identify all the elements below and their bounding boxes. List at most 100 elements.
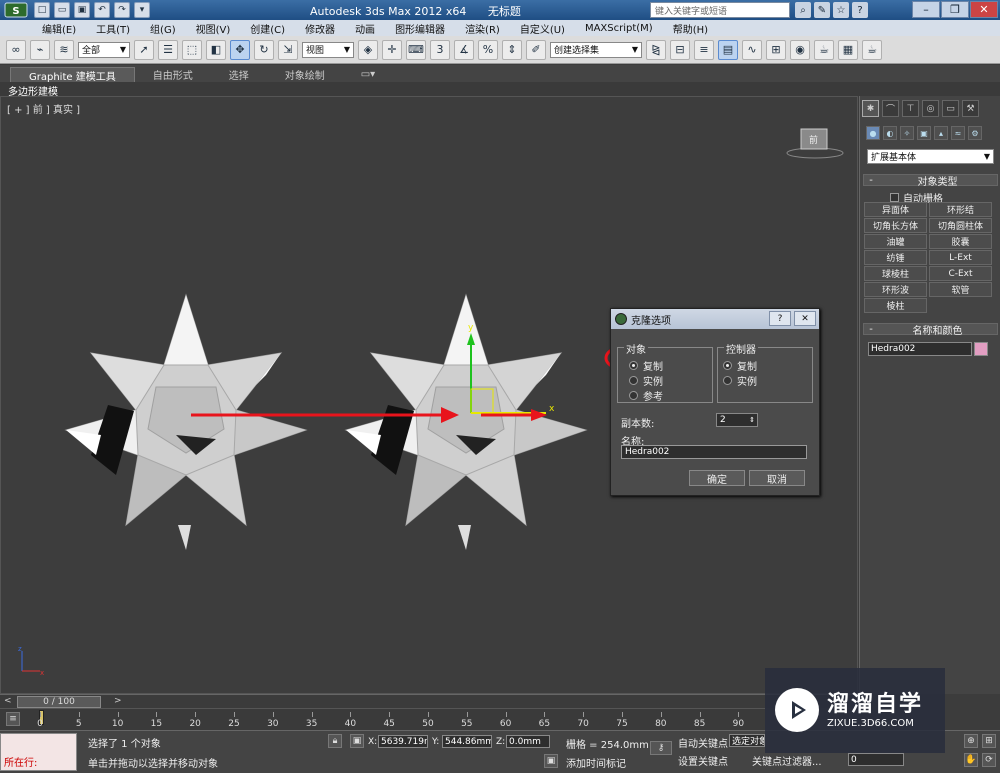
tab-freeform[interactable]: 自由形式 xyxy=(135,67,211,82)
reference-coord-dropdown[interactable]: 视图 ▼ xyxy=(302,41,354,58)
percent-snap-icon[interactable]: % xyxy=(478,39,498,60)
bind-spacewarp-icon[interactable]: ≋ xyxy=(54,39,74,60)
radio-instance[interactable]: 实例 xyxy=(629,373,663,388)
zoom-extents-icon[interactable]: ⊕ xyxy=(964,734,978,748)
radio-copy[interactable]: 复制 xyxy=(629,358,663,373)
move-icon[interactable]: ✥ xyxy=(230,39,250,60)
ribbon-options-icon[interactable]: ▭▾ xyxy=(343,67,393,82)
menu-views[interactable]: 视图(V) xyxy=(196,21,231,36)
link-icon[interactable]: ∞ xyxy=(6,39,26,60)
menu-maxscript[interactable]: MAXScript(M) xyxy=(585,23,653,34)
render-production-icon[interactable]: ☕ xyxy=(862,39,882,60)
gengon-button[interactable]: 球棱柱 xyxy=(864,266,927,281)
open-file-icon[interactable]: ▭ xyxy=(54,2,70,18)
ringwave-button[interactable]: 环形波 xyxy=(864,282,927,297)
time-slider[interactable]: < 0 / 100 > xyxy=(0,694,858,708)
app-logo-icon[interactable]: S xyxy=(0,0,32,20)
spinner-snap-icon[interactable]: ⇕ xyxy=(502,39,522,60)
selected-dropdown[interactable]: 选定对象 xyxy=(729,734,765,747)
rotate-icon[interactable]: ↻ xyxy=(254,39,274,60)
torus-knot-button[interactable]: 环形结 xyxy=(929,202,992,217)
modify-tab-icon[interactable]: ⌒ xyxy=(882,100,899,117)
spacewarps-icon[interactable]: ≈ xyxy=(951,126,965,140)
time-tag-icon[interactable]: ▣ xyxy=(544,754,558,768)
z-coordinate-field[interactable]: 0.0mm xyxy=(506,735,550,748)
close-button[interactable]: ✕ xyxy=(970,1,998,18)
key-icon[interactable]: ⚷ xyxy=(650,741,672,755)
dialog-title-bar[interactable]: 克隆选项 ? ✕ xyxy=(611,309,819,329)
material-editor-icon[interactable]: ◉ xyxy=(790,39,810,60)
ok-button[interactable]: 确定 xyxy=(689,470,745,486)
dialog-help-button[interactable]: ? xyxy=(769,311,791,326)
mirror-icon[interactable]: ⧎ xyxy=(646,39,666,60)
schematic-view-icon[interactable]: ⊞ xyxy=(766,39,786,60)
zoom-all-icon[interactable]: ⊞ xyxy=(982,734,996,748)
keyboard-shortcut-icon[interactable]: ⌨ xyxy=(406,39,426,60)
search-input[interactable]: 键入关键字或短语 xyxy=(650,2,790,18)
snaps-toggle-icon[interactable]: 3 xyxy=(430,39,450,60)
selection-filter-dropdown[interactable]: 全部 ▼ xyxy=(78,41,130,58)
help-icon[interactable]: ? xyxy=(852,2,868,18)
controller-radio-instance[interactable]: 实例 xyxy=(723,373,757,388)
radio-reference[interactable]: 参考 xyxy=(629,388,663,403)
select-by-name-icon[interactable]: ☰ xyxy=(158,39,178,60)
tab-selection[interactable]: 选择 xyxy=(211,67,267,82)
mini-curve-editor-icon[interactable]: ≡ xyxy=(6,712,20,726)
rendered-frame-icon[interactable]: ▦ xyxy=(838,39,858,60)
x-coordinate-field[interactable]: 5639.719n xyxy=(378,735,428,748)
layer-manager-icon[interactable]: ≡ xyxy=(694,39,714,60)
hierarchy-tab-icon[interactable]: ⊤ xyxy=(902,100,919,117)
object-color-swatch[interactable] xyxy=(974,342,988,356)
oiltank-button[interactable]: 油罐 xyxy=(864,234,927,249)
menu-animation[interactable]: 动画 xyxy=(355,21,375,36)
menu-rendering[interactable]: 渲染(R) xyxy=(465,21,500,36)
shapes-icon[interactable]: ◐ xyxy=(883,126,897,140)
menu-group[interactable]: 组(G) xyxy=(150,21,176,36)
motion-tab-icon[interactable]: ◎ xyxy=(922,100,939,117)
frame-ruler[interactable]: 0 5 10 15 20 25 30 35 40 45 50 55 60 65 70 75 80 85 90 xyxy=(37,709,765,729)
hedra-object-2[interactable] xyxy=(345,294,587,551)
angle-snap-icon[interactable]: ∡ xyxy=(454,39,474,60)
redo-icon[interactable]: ↷ xyxy=(114,2,130,18)
y-coordinate-field[interactable]: 544.86mm xyxy=(442,735,492,748)
create-tab-icon[interactable]: ✱ xyxy=(862,100,879,117)
chamfer-box-button[interactable]: 切角长方体 xyxy=(864,218,927,233)
hedra-object-1[interactable] xyxy=(65,294,307,551)
dialog-close-button[interactable]: ✕ xyxy=(794,311,816,326)
hose-button[interactable]: 软管 xyxy=(929,282,992,297)
cameras-icon[interactable]: ▣ xyxy=(917,126,931,140)
render-setup-icon[interactable]: ☕ xyxy=(814,39,834,60)
l-ext-button[interactable]: L-Ext xyxy=(929,250,992,265)
c-ext-button[interactable]: C-Ext xyxy=(929,266,992,281)
auto-key-button[interactable]: 自动关键点 xyxy=(678,735,728,750)
geometry-icon[interactable]: ● xyxy=(866,126,880,140)
rect-selection-icon[interactable]: ⬚ xyxy=(182,39,202,60)
save-file-icon[interactable]: ▣ xyxy=(74,2,90,18)
set-key-button[interactable]: 设置关键点 xyxy=(678,753,728,768)
capsule-button[interactable]: 胶囊 xyxy=(929,234,992,249)
pivot-center-icon[interactable]: ◈ xyxy=(358,39,378,60)
manipulate-icon[interactable]: ✛ xyxy=(382,39,402,60)
copies-spinner[interactable]: 2 ⇕ xyxy=(716,413,758,427)
maxscript-listener[interactable]: 所在行: xyxy=(0,733,77,771)
viewcube-front-label[interactable]: 前 xyxy=(809,133,818,146)
chamfer-cyl-button[interactable]: 切角圆柱体 xyxy=(929,218,992,233)
category-dropdown[interactable]: 扩展基本体 ▼ xyxy=(867,149,994,164)
systems-icon[interactable]: ⚙ xyxy=(968,126,982,140)
undo-icon[interactable]: ↶ xyxy=(94,2,110,18)
menu-graph-editors[interactable]: 图形编辑器 xyxy=(395,21,445,36)
cancel-button[interactable]: 取消 xyxy=(749,470,805,486)
edit-named-selection-icon[interactable]: ✐ xyxy=(526,39,546,60)
name-color-rollout[interactable]: - 名称和颜色 xyxy=(863,323,998,337)
current-frame-field[interactable]: 0 xyxy=(848,753,904,766)
next-frame-icon[interactable]: > xyxy=(114,696,122,706)
add-time-tag[interactable]: 添加时间标记 xyxy=(566,755,626,770)
prism-button[interactable]: 棱柱 xyxy=(864,298,927,313)
tools-icon[interactable]: ✎ xyxy=(814,2,830,18)
tab-object-paint[interactable]: 对象绘制 xyxy=(267,67,343,82)
menu-edit[interactable]: 编辑(E) xyxy=(42,21,76,36)
menu-tools[interactable]: 工具(T) xyxy=(96,21,130,36)
orbit-icon[interactable]: ⟳ xyxy=(982,753,996,767)
align-icon[interactable]: ⊟ xyxy=(670,39,690,60)
restore-button[interactable]: ❐ xyxy=(941,1,969,18)
